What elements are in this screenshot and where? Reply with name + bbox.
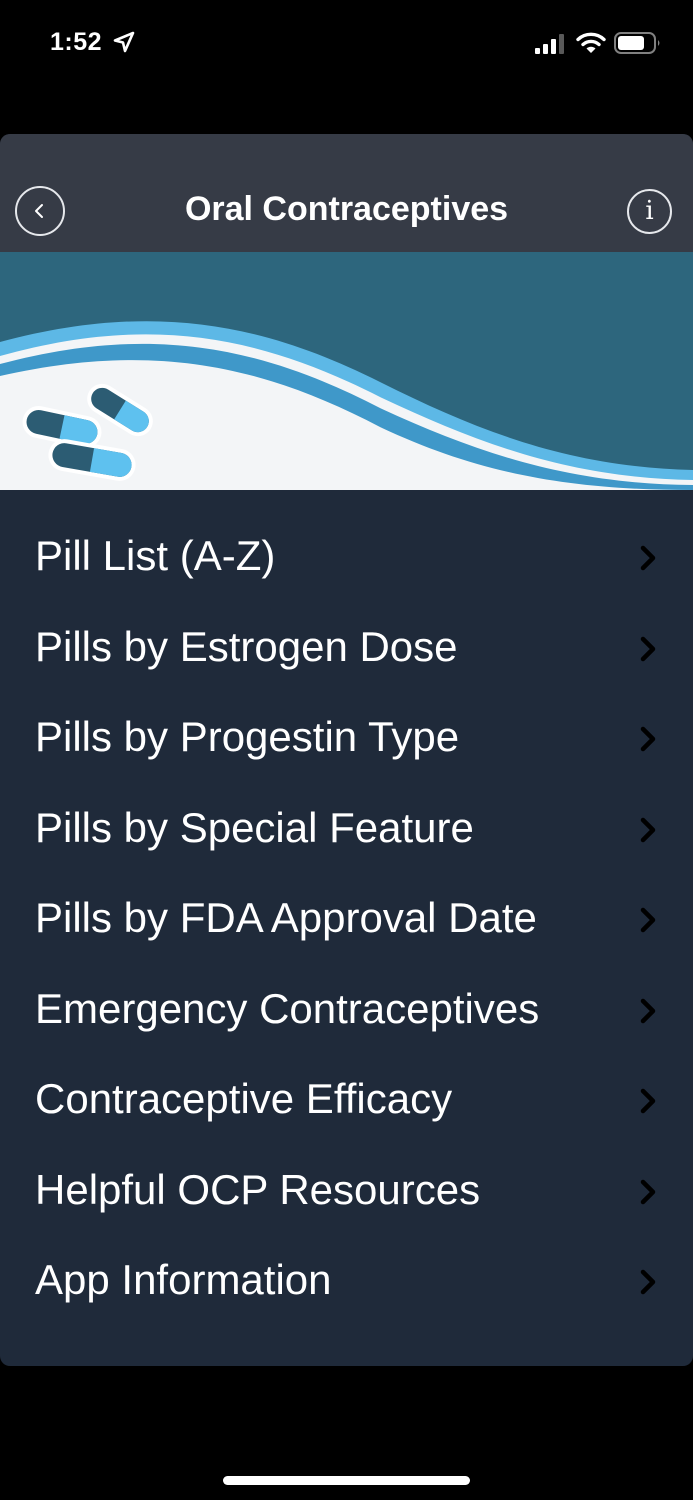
chevron-right-icon [640,998,656,1023]
menu-item-special-feature[interactable]: Pills by Special Feature [0,784,693,875]
battery-icon [614,32,660,54]
menu-item-estrogen-dose[interactable]: Pills by Estrogen Dose [0,603,693,694]
chevron-right-icon [640,545,656,571]
chevron-right-icon [640,817,656,842]
menu-item-emergency-contraceptives[interactable]: Emergency Contraceptives [0,965,693,1056]
status-time: 1:52 [50,28,103,56]
menu-item-ocp-resources[interactable]: Helpful OCP Resources [0,1146,693,1237]
menu-item-label: Emergency Contraceptives [35,984,540,1032]
menu-item-label: Pills by Progestin Type [35,713,460,760]
header-banner [0,252,693,490]
menu-item-app-information[interactable]: App Information [0,1236,693,1327]
status-bar: 1:52 [0,0,693,90]
menu-item-label: Pills by Special Feature [35,803,474,851]
chevron-right-icon [640,1269,656,1295]
signal-icon [535,34,564,54]
info-icon: i [645,196,654,226]
chevron-right-icon [640,726,656,752]
chevron-right-icon [640,636,656,661]
location-arrow-icon [113,31,135,53]
menu-item-pill-list[interactable]: Pill List (A-Z) [0,512,693,603]
chevron-right-icon [640,907,656,933]
menu-item-label: Pills by Estrogen Dose [35,622,458,670]
menu-item-fda-approval-date[interactable]: Pills by FDA Approval Date [0,874,693,965]
nav-header: Oral Contraceptives i [0,134,693,252]
menu-item-progestin-type[interactable]: Pills by Progestin Type [0,693,693,784]
chevron-right-icon [640,1179,656,1204]
page-title: Oral Contraceptives [184,190,509,228]
menu-item-label: Pill List (A-Z) [35,532,276,579]
menu-item-label: Helpful OCP Resources [35,1165,481,1213]
home-indicator[interactable] [223,1476,470,1485]
menu-item-label: Pills by FDA Approval Date [35,894,537,941]
info-button[interactable]: i [627,189,672,234]
wave-banner-graphic [0,252,693,490]
chevron-right-icon [640,1088,656,1114]
menu-item-contraceptive-efficacy[interactable]: Contraceptive Efficacy [0,1055,693,1146]
menu-item-label: App Information [35,1256,332,1303]
menu-item-label: Contraceptive Efficacy [35,1075,453,1122]
main-menu: Pill List (A-Z) Pills by Estrogen Dose P… [0,512,693,1327]
app-panel: Oral Contraceptives i Pill List (A-Z) Pi… [0,134,693,1366]
wifi-icon [576,32,606,53]
